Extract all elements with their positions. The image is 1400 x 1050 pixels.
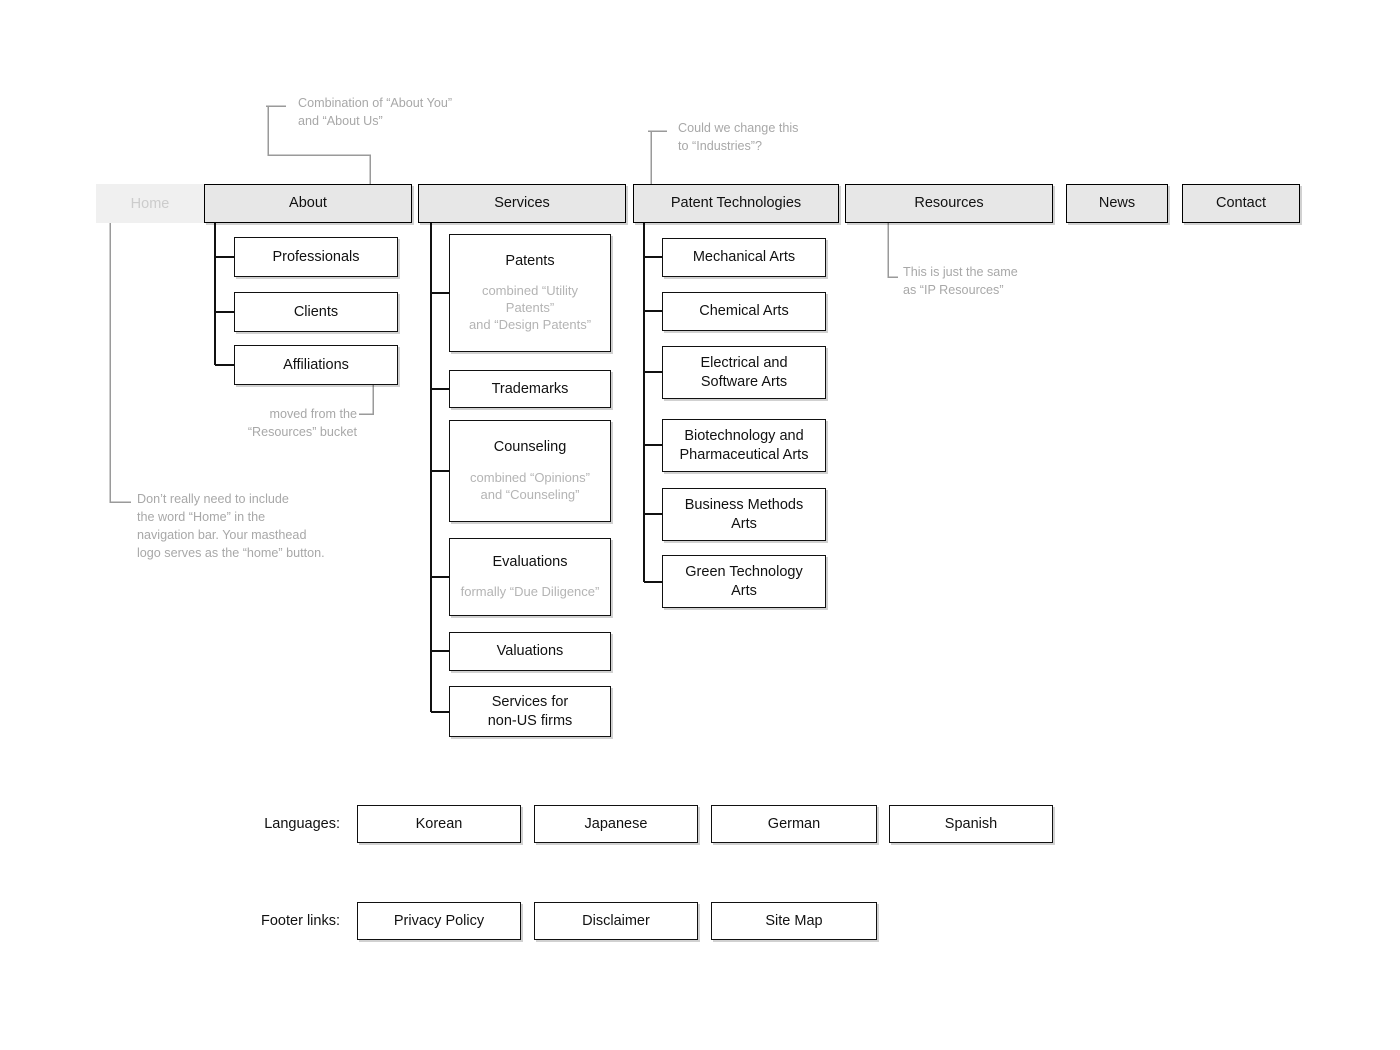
nav-item-contact[interactable]: Contact: [1182, 184, 1300, 223]
node-counseling[interactable]: Counseling combined “Opinions” and “Coun…: [449, 420, 611, 522]
footer-link-site-map-label: Site Map: [765, 912, 823, 929]
nav-item-resources-label: Resources: [914, 195, 984, 212]
node-chemical-arts-label: Chemical Arts: [699, 303, 789, 320]
language-german-label: German: [767, 815, 821, 832]
annotation-affiliations: moved from the “Resources” bucket: [247, 407, 357, 439]
language-spanish[interactable]: Spanish: [889, 805, 1053, 843]
nav-item-services-label: Services: [494, 195, 550, 212]
footer-link-privacy-policy[interactable]: Privacy Policy: [357, 902, 521, 940]
node-patents-label: Patents: [505, 252, 555, 269]
node-evaluations-note: formally “Due Diligence”: [460, 584, 600, 600]
annotation-home: Don’t really need to include the word “H…: [137, 492, 325, 560]
node-clients-label: Clients: [293, 303, 339, 320]
language-japanese[interactable]: Japanese: [534, 805, 698, 843]
nav-item-patent-technologies[interactable]: Patent Technologies: [633, 184, 839, 223]
annotation-patent-technologies: Could we change this to “Industries”?: [678, 121, 799, 153]
language-korean[interactable]: Korean: [357, 805, 521, 843]
annotation-about: Combination of “About You” and “About Us…: [298, 96, 453, 128]
node-valuations[interactable]: Valuations: [449, 632, 611, 671]
nav-item-resources[interactable]: Resources: [845, 184, 1053, 223]
node-professionals[interactable]: Professionals: [234, 237, 398, 277]
language-korean-label: Korean: [415, 815, 463, 832]
node-electrical-and-software-arts-label: Electrical and Software Arts: [700, 354, 788, 390]
node-patents-note: combined “Utility Patents” and “Design P…: [468, 283, 592, 333]
languages-label: Languages:: [264, 816, 340, 832]
node-counseling-note: combined “Opinions” and “Counseling”: [470, 469, 590, 502]
node-affiliations-label: Affiliations: [283, 356, 349, 373]
node-business-methods-arts-label: Business Methods Arts: [684, 496, 804, 532]
sitemap-canvas: Home About Services Patent Technologies …: [0, 0, 1400, 1050]
node-electrical-and-software-arts[interactable]: Electrical and Software Arts: [662, 346, 826, 399]
node-green-technology-arts[interactable]: Green Technology Arts: [662, 555, 826, 608]
nav-item-services[interactable]: Services: [418, 184, 626, 223]
node-business-methods-arts[interactable]: Business Methods Arts: [662, 488, 826, 541]
nav-item-home[interactable]: Home: [96, 184, 204, 223]
language-spanish-label: Spanish: [944, 815, 998, 832]
node-services-for-non-us-firms[interactable]: Services for non-US firms: [449, 686, 611, 737]
node-trademarks[interactable]: Trademarks: [449, 370, 611, 408]
footer-link-privacy-policy-label: Privacy Policy: [393, 912, 485, 929]
node-patents[interactable]: Patents combined “Utility Patents” and “…: [449, 234, 611, 352]
node-evaluations-label: Evaluations: [492, 553, 568, 570]
node-green-technology-arts-label: Green Technology Arts: [685, 563, 803, 599]
nav-item-contact-label: Contact: [1216, 195, 1266, 212]
node-valuations-label: Valuations: [496, 643, 564, 660]
language-german[interactable]: German: [711, 805, 877, 843]
nav-item-about[interactable]: About: [204, 184, 412, 223]
nav-item-about-label: About: [289, 195, 327, 212]
nav-item-news[interactable]: News: [1066, 184, 1168, 223]
nav-item-news-label: News: [1098, 195, 1136, 212]
language-japanese-label: Japanese: [584, 815, 648, 832]
node-professionals-label: Professionals: [272, 248, 360, 265]
node-services-for-non-us-firms-label: Services for non-US firms: [487, 693, 573, 729]
node-affiliations[interactable]: Affiliations: [234, 345, 398, 385]
footer-link-site-map[interactable]: Site Map: [711, 902, 877, 940]
footer-link-disclaimer[interactable]: Disclaimer: [534, 902, 698, 940]
node-clients[interactable]: Clients: [234, 292, 398, 332]
nav-item-home-label: Home: [130, 195, 170, 212]
footer-links-label: Footer links:: [261, 913, 340, 929]
node-mechanical-arts[interactable]: Mechanical Arts: [662, 238, 826, 277]
node-mechanical-arts-label: Mechanical Arts: [692, 249, 796, 266]
node-chemical-arts[interactable]: Chemical Arts: [662, 292, 826, 331]
node-biotechnology-and-pharmaceutical-arts[interactable]: Biotechnology and Pharmaceutical Arts: [662, 419, 826, 472]
annotation-resources: This is just the same as “IP Resources”: [903, 265, 1018, 297]
nav-item-patent-technologies-label: Patent Technologies: [670, 195, 802, 212]
node-counseling-label: Counseling: [493, 439, 567, 456]
node-biotechnology-and-pharmaceutical-arts-label: Biotechnology and Pharmaceutical Arts: [679, 427, 809, 463]
footer-link-disclaimer-label: Disclaimer: [582, 912, 650, 929]
node-trademarks-label: Trademarks: [491, 380, 569, 397]
node-evaluations[interactable]: Evaluations formally “Due Diligence”: [449, 538, 611, 616]
